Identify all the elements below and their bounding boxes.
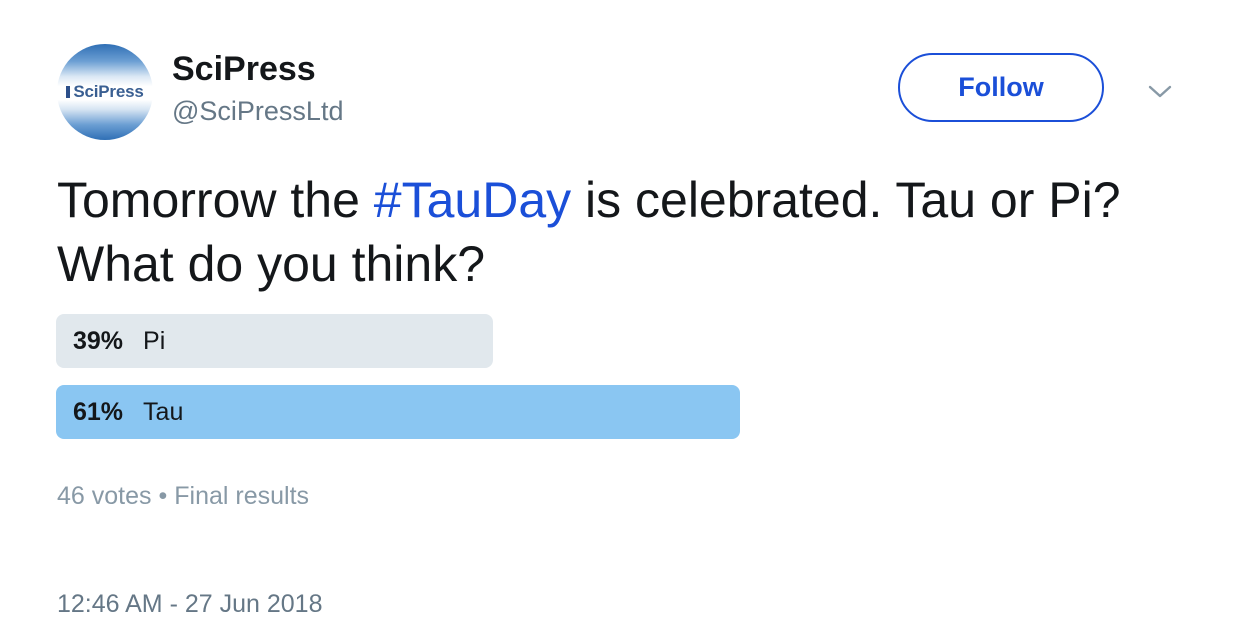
poll-option: 61% Tau <box>73 385 183 439</box>
poll-option-percent: 39% <box>73 326 124 355</box>
display-name[interactable]: SciPress <box>172 50 316 89</box>
avatar-logo-text: SciPress <box>73 82 144 101</box>
tweet-text-before: Tomorrow the <box>57 172 374 228</box>
separator-dot: • <box>158 482 168 510</box>
hashtag-link[interactable]: #TauDay <box>374 172 571 228</box>
poll-option-percent: 61% <box>73 397 124 426</box>
user-handle[interactable]: @SciPressLtd <box>172 96 343 127</box>
poll-summary: 46 votes • Final results <box>57 482 309 511</box>
tweet-text: Tomorrow the #TauDay is celebrated. Tau … <box>57 168 1187 296</box>
logo-mark-icon <box>66 86 71 98</box>
chevron-down-icon[interactable] <box>1146 80 1174 102</box>
avatar[interactable]: SciPress <box>57 44 153 140</box>
avatar-logo: SciPress <box>57 82 153 102</box>
poll-option: 39% Pi <box>73 314 165 368</box>
follow-button[interactable]: Follow <box>898 53 1104 122</box>
poll-option-label: Tau <box>143 397 184 426</box>
vote-count: 46 votes <box>57 482 152 510</box>
tweet-timestamp[interactable]: 12:46 AM - 27 Jun 2018 <box>57 590 322 619</box>
poll-option-label: Pi <box>143 326 166 355</box>
poll-status: Final results <box>174 482 310 510</box>
